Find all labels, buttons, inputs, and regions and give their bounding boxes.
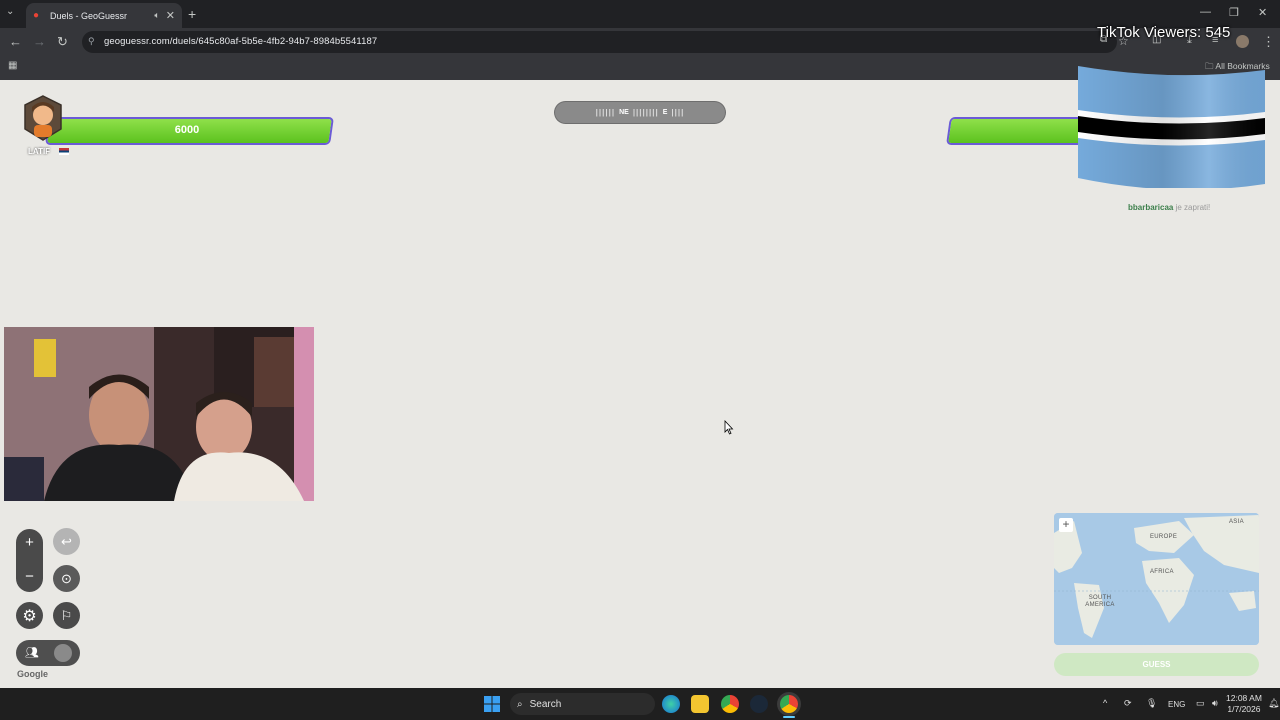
flag-icon: ⚐: [60, 607, 73, 623]
player-avatar: [24, 95, 62, 141]
compass-ne: NE: [619, 109, 629, 116]
map-label-asia: ASIA: [1229, 519, 1244, 525]
player-name: LATIF: [28, 147, 51, 156]
active-app-indicator: [783, 716, 795, 718]
taskbar-search-label: Search: [529, 698, 562, 710]
chrome-icon[interactable]: [721, 695, 739, 713]
search-icon: ⌕: [517, 698, 523, 710]
maximize-icon[interactable]: ❐: [1229, 6, 1239, 19]
taskbar-search[interactable]: ⌕ Search: [510, 693, 655, 715]
tiktok-viewer-count: TikTok Viewers: 545: [1097, 24, 1231, 41]
close-window-icon[interactable]: ✕: [1258, 6, 1267, 19]
minus-icon: −: [25, 568, 34, 585]
browser-tab[interactable]: ● Duels - GeoGuessr 🔈︎ ✕: [26, 3, 182, 28]
compass-e: E: [662, 109, 668, 116]
forward-arrow-icon[interactable]: →: [33, 34, 46, 49]
settings-button[interactable]: ⚙: [16, 602, 43, 629]
player-health-value: 6000: [174, 124, 200, 136]
return-to-start-button[interactable]: ⊙: [53, 565, 80, 592]
reload-icon[interactable]: ↻: [57, 34, 68, 50]
kebab-menu-icon[interactable]: ⋮: [1262, 34, 1275, 50]
emote-toggle[interactable]: 👥︎: [16, 640, 80, 666]
mouse-cursor-icon: [724, 420, 734, 435]
donor-message: bbarbaricaa je zaprati!: [1128, 203, 1210, 212]
clock-date: 1/7/2026: [1227, 704, 1261, 714]
zoom-out-button[interactable]: −: [16, 563, 43, 590]
site-info-icon[interactable]: ⚲: [88, 36, 95, 47]
map-expand-plus-icon[interactable]: +: [1059, 518, 1073, 532]
chrome-active-icon[interactable]: [780, 695, 798, 713]
webcam-feed: [4, 327, 314, 501]
guess-minimap[interactable]: [1054, 513, 1259, 645]
new-tab-plus-icon[interactable]: +: [188, 6, 196, 22]
gear-icon: ⚙: [22, 607, 37, 625]
guess-button[interactable]: GUESS: [1054, 653, 1259, 676]
flag-button[interactable]: ⚐: [53, 602, 80, 629]
map-label-europe: EUROPE: [1150, 534, 1178, 540]
notification-bell-icon[interactable]: 🔔︎: [1268, 698, 1279, 709]
donor-name: bbarbaricaa: [1128, 203, 1174, 212]
file-explorer-icon[interactable]: [691, 695, 709, 713]
language-indicator[interactable]: ENG: [1168, 700, 1185, 709]
tray-chevron-up-icon[interactable]: ^: [1103, 698, 1107, 708]
back-arrow-icon[interactable]: ←: [9, 34, 22, 49]
compass: |||||| NE |||||||| E ||||: [555, 102, 725, 123]
geoguessr-favicon-icon: ●: [33, 9, 40, 21]
botswana-flag-overlay: [1078, 66, 1265, 188]
map-label-south-america: SOUTH AMERICA: [1085, 595, 1115, 608]
profile-avatar[interactable]: [1236, 35, 1249, 48]
apps-grid-icon[interactable]: ▦: [8, 60, 17, 71]
donor-text: je zaprati!: [1175, 203, 1211, 212]
google-attribution: Google: [17, 669, 48, 679]
compass-ticks: ||||||: [595, 108, 616, 117]
speaker-icon[interactable]: 🔈︎: [154, 10, 159, 21]
url-text[interactable]: geoguessr.com/duels/645c80af-5b5e-4fb2-9…: [104, 36, 377, 47]
windows-start-icon[interactable]: [484, 696, 500, 712]
volume-icon[interactable]: 🔊︎: [1212, 698, 1218, 709]
taskbar-clock[interactable]: 12:08 AM 1/7/2026: [1226, 693, 1262, 715]
people-icon: 👥︎: [25, 647, 39, 659]
serbia-flag-icon: [59, 148, 69, 155]
map-label-africa: AFRICA: [1150, 569, 1174, 575]
undo-arrow-icon: ↩: [61, 533, 72, 549]
toggle-knob: [54, 644, 72, 662]
clock-time: 12:08 AM: [1226, 693, 1262, 703]
monitor-icon[interactable]: ▭: [1196, 698, 1205, 709]
edge-icon[interactable]: [662, 695, 680, 713]
sync-icon[interactable]: ⟳: [1124, 698, 1132, 709]
tab-list-chevron-icon[interactable]: ⌄: [6, 6, 14, 17]
microphone-icon[interactable]: 🎙︎: [1146, 698, 1157, 709]
undo-move-button[interactable]: ↩: [53, 528, 80, 555]
close-tab-icon[interactable]: ✕: [166, 9, 175, 22]
zoom-in-button[interactable]: +: [16, 529, 43, 556]
compass-ticks: ||||||||: [632, 108, 659, 117]
plus-icon: +: [25, 534, 34, 551]
steam-icon[interactable]: [750, 695, 768, 713]
location-pin-icon: ⊙: [61, 570, 72, 586]
minimize-icon[interactable]: —: [1200, 6, 1211, 18]
tab-title: Duels - GeoGuessr: [50, 10, 128, 21]
compass-ticks: ||||: [671, 108, 685, 117]
